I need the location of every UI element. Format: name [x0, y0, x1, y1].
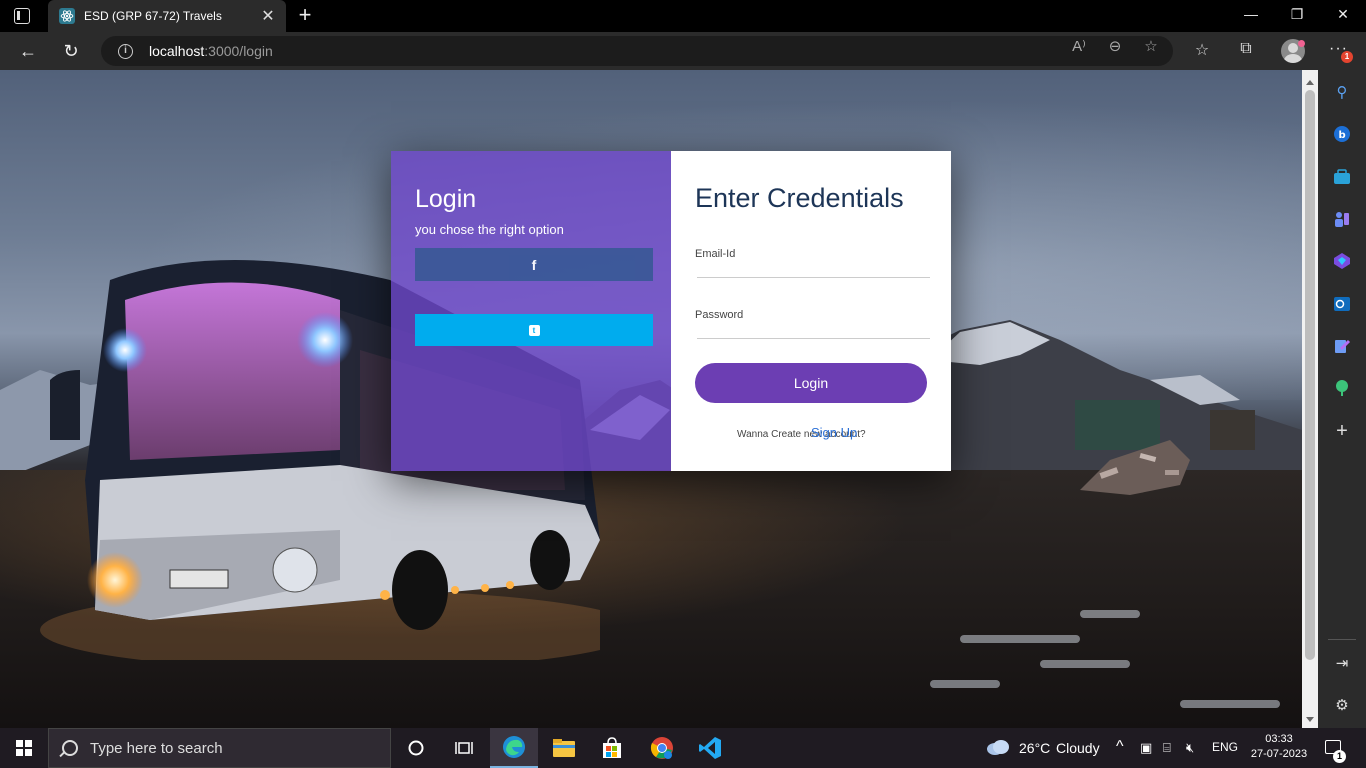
twitter-icon: t	[528, 324, 540, 336]
scroll-thumb[interactable]	[1305, 90, 1315, 660]
refresh-button[interactable]: ↻	[59, 40, 83, 62]
snow-patch	[1040, 660, 1130, 668]
site-info-icon[interactable]: i	[118, 43, 133, 59]
bing-chat-icon[interactable]: b	[1332, 124, 1352, 144]
games-icon[interactable]	[1332, 209, 1352, 229]
read-aloud-icon[interactable]: A⁾	[1068, 37, 1090, 55]
credentials-panel: Enter Credentials Email-Id Password Logi…	[671, 151, 951, 471]
twitter-login-button[interactable]: t	[415, 314, 653, 346]
window-close-button[interactable]: ✕	[1333, 6, 1353, 23]
input-language[interactable]: ENG	[1212, 740, 1238, 754]
scroll-down-arrow-icon[interactable]	[1306, 717, 1314, 722]
snow-patch	[1080, 610, 1140, 618]
tab-close-icon[interactable]: ✕	[258, 6, 278, 26]
search-icon[interactable]: ⚲	[1332, 82, 1352, 102]
clock-date: 27-07-2023	[1250, 748, 1308, 760]
login-subtitle: you chose the right option	[415, 222, 564, 237]
profile-status-dot	[1298, 40, 1305, 47]
email-field[interactable]	[695, 259, 930, 277]
scroll-up-arrow-icon[interactable]	[1306, 80, 1314, 85]
snow-patch	[1180, 700, 1280, 708]
email-underline	[697, 277, 930, 278]
clock-time: 03:33	[1265, 733, 1293, 745]
volume-muted-icon[interactable]: 🔇︎	[1186, 740, 1194, 756]
browser-tab[interactable]: ESD (GRP 67-72) Travels ✕	[48, 0, 286, 32]
facebook-icon: f	[531, 256, 537, 273]
sidebar-divider	[1328, 639, 1356, 640]
hide-sidebar-icon[interactable]: ⇥	[1332, 653, 1352, 673]
taskbar-search-box[interactable]: Type here to search	[48, 728, 391, 768]
svg-text:b: b	[1339, 130, 1346, 141]
task-view-icon[interactable]	[440, 728, 488, 768]
windows-taskbar: Type here to search 26°C Cloudy ^ ▣ ⌸ 🔇︎…	[0, 728, 1366, 768]
login-title: Login	[415, 185, 477, 213]
drop-icon[interactable]	[1332, 336, 1352, 356]
system-clock[interactable]: 03:33 27-07-2023	[1246, 732, 1312, 762]
snow-patch	[960, 635, 1080, 643]
show-hidden-icons-chevron-icon[interactable]: ^	[1116, 738, 1124, 756]
add-favorite-icon[interactable]: ☆	[1140, 37, 1162, 55]
address-bar[interactable]: i localhost:3000/login	[101, 36, 1173, 66]
weather-description[interactable]: Cloudy	[1056, 740, 1100, 756]
tab-actions-icon[interactable]	[14, 8, 30, 24]
browser-tab-strip: ESD (GRP 67-72) Travels ✕ + — ❐ ✕	[0, 0, 1366, 32]
page-background: Login you chose the right option f t Ent…	[0, 70, 1302, 728]
tab-title: ESD (GRP 67-72) Travels	[84, 9, 222, 23]
windows-start-icon[interactable]	[16, 740, 32, 756]
social-login-panel: Login you chose the right option f t	[391, 151, 671, 471]
facebook-login-button[interactable]: f	[415, 248, 653, 281]
back-button[interactable]: ←	[16, 40, 40, 62]
edge-sidebar: ⚲ b + ⇥ ⚙	[1318, 70, 1366, 728]
zoom-out-icon[interactable]: ⊖	[1104, 37, 1126, 55]
collections-icon[interactable]: ⧉	[1234, 40, 1258, 58]
favorites-icon[interactable]: ☆	[1190, 40, 1214, 60]
new-tab-button[interactable]: +	[294, 4, 316, 26]
wagon-and-rubble	[1075, 400, 1255, 495]
tree-icon[interactable]	[1332, 378, 1352, 398]
url-text: localhost:3000/login	[149, 43, 273, 59]
login-card: Login you chose the right option f t Ent…	[391, 151, 951, 471]
search-placeholder: Type here to search	[90, 739, 223, 757]
browser-toolbar: ← ↻ i localhost:3000/login A⁾ ⊖ ☆ ☆ ⧉ ··…	[0, 32, 1366, 70]
vscode-icon[interactable]	[686, 728, 734, 768]
shopping-icon[interactable]	[1332, 167, 1352, 187]
search-icon	[62, 740, 78, 756]
react-favicon-icon	[59, 8, 75, 24]
snow-patch	[930, 680, 1000, 688]
signup-link[interactable]: Sign Up	[811, 425, 857, 440]
edge-taskbar-icon[interactable]	[490, 728, 538, 768]
add-sidebar-app-icon[interactable]: +	[1332, 420, 1352, 442]
minimize-button[interactable]: —	[1241, 6, 1261, 22]
weather-cloud-icon[interactable]	[985, 738, 1011, 761]
settings-badge: 1	[1341, 51, 1353, 63]
network-icon[interactable]: ⌸	[1163, 740, 1171, 756]
copilot-icon[interactable]	[1332, 251, 1352, 271]
file-explorer-icon[interactable]	[540, 728, 588, 768]
microsoft-store-icon[interactable]	[588, 728, 636, 768]
login-button[interactable]: Login	[695, 363, 927, 403]
chrome-icon[interactable]	[638, 728, 686, 768]
outlook-icon[interactable]	[1332, 294, 1352, 314]
credentials-heading: Enter Credentials	[695, 183, 904, 213]
sidebar-settings-gear-icon[interactable]: ⚙	[1332, 695, 1352, 715]
weather-temperature[interactable]: 26°C	[1019, 740, 1050, 756]
meet-now-icon[interactable]: ▣	[1140, 740, 1152, 756]
maximize-button[interactable]: ❐	[1287, 6, 1307, 23]
notification-count-badge: 1	[1333, 750, 1346, 763]
cortana-icon[interactable]	[392, 728, 440, 768]
password-underline	[697, 338, 930, 339]
password-field[interactable]	[695, 320, 930, 338]
page-scrollbar[interactable]	[1302, 70, 1318, 728]
